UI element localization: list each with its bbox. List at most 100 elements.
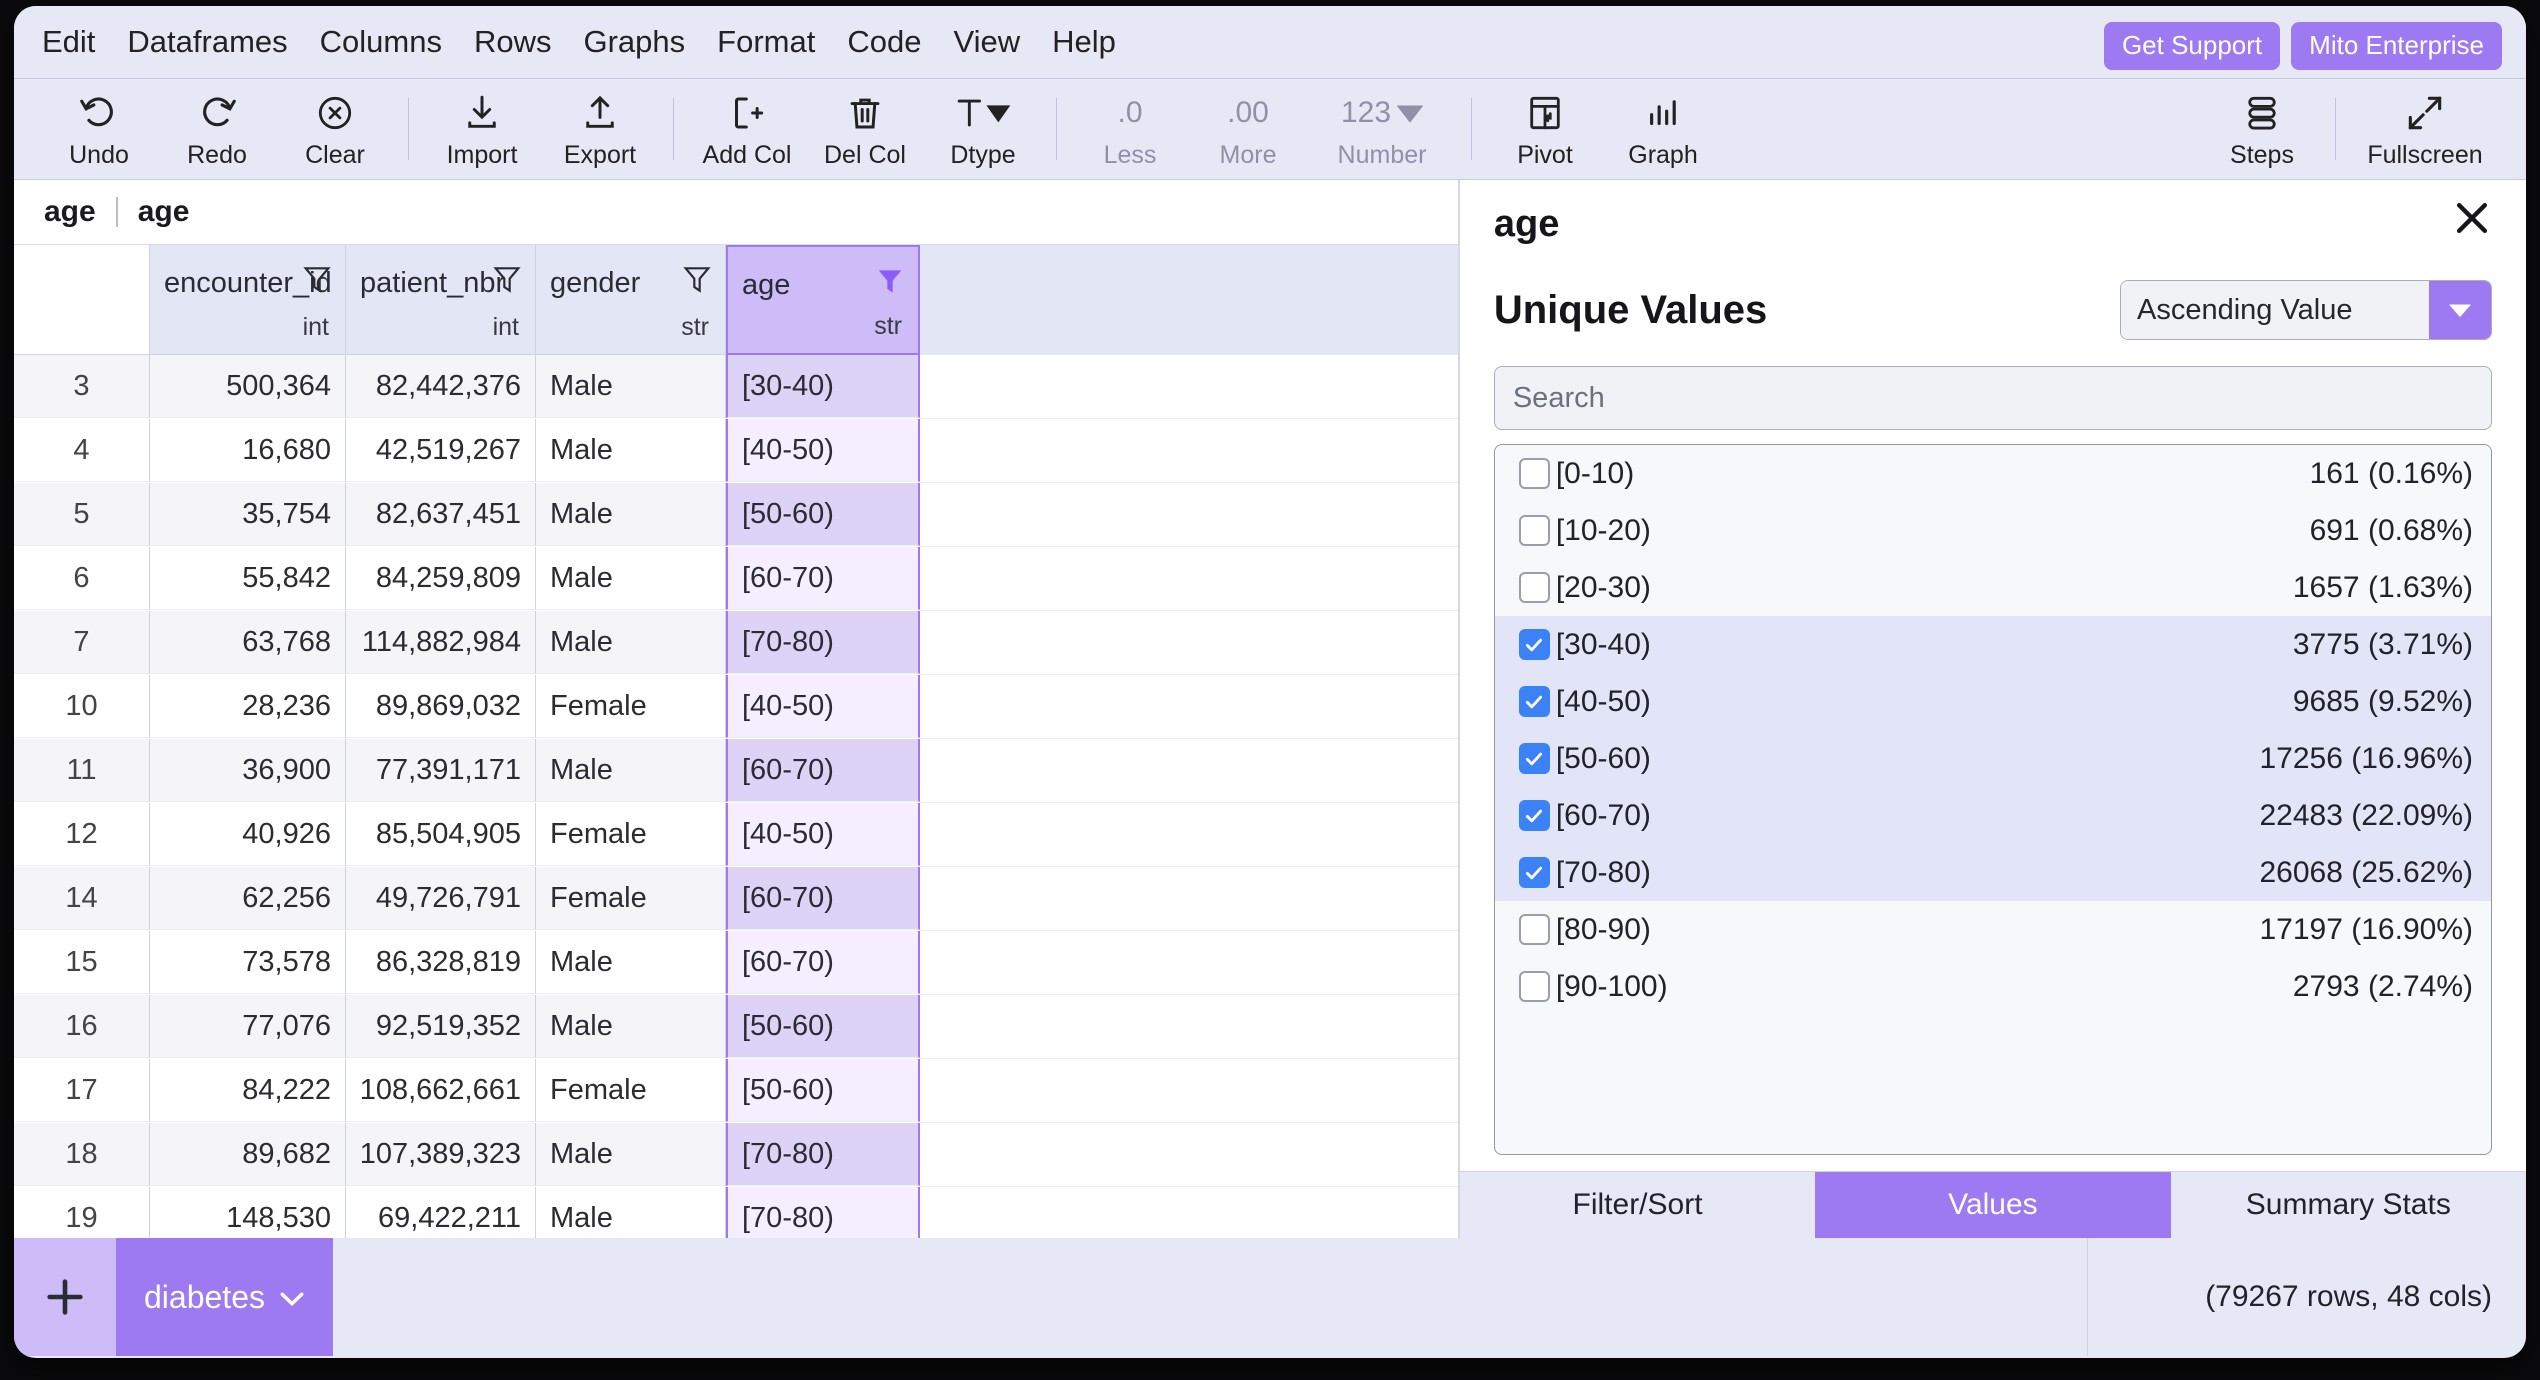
toolbar-export-button[interactable]: Export [541,89,659,170]
cell-age[interactable]: [60-70) [726,547,920,610]
cell-age[interactable]: [70-80) [726,1187,920,1238]
toolbar-undo-button[interactable]: Undo [40,89,158,170]
toolbar-graph-button[interactable]: Graph [1604,89,1722,170]
checkbox-unchecked-icon[interactable] [1518,914,1550,945]
cell-encounter_id[interactable]: 148,530 [150,1187,346,1238]
cell-encounter_id[interactable]: 62,256 [150,867,346,930]
filter-icon[interactable] [303,265,331,303]
checkbox-checked-icon[interactable] [1518,743,1550,774]
chevron-down-icon[interactable] [2429,281,2491,339]
cell-encounter_id[interactable]: 40,926 [150,803,346,866]
row-index-cell[interactable]: 3 [14,355,150,418]
row-index-cell[interactable]: 11 [14,739,150,802]
filter-icon-active[interactable] [876,267,904,305]
toolbar-redo-button[interactable]: Redo [158,89,276,170]
row-index-cell[interactable]: 4 [14,419,150,482]
cell-age[interactable]: [70-80) [726,611,920,674]
menu-item-dataframes[interactable]: Dataframes [125,22,289,62]
cell-gender[interactable]: Male [536,419,726,482]
cell-age[interactable]: [60-70) [726,867,920,930]
breadcrumb-dataframe[interactable]: age [44,195,96,229]
table-row[interactable]: 14 62,256 49,726,791 Female [60-70) [14,867,1458,931]
checkbox-unchecked-icon[interactable] [1518,515,1550,546]
add-dataframe-button[interactable] [14,1238,116,1356]
cell-encounter_id[interactable]: 35,754 [150,483,346,546]
grid-body[interactable]: 3 500,364 82,442,376 Male [30-40) 4 16,680 42,5… [14,355,1458,1238]
data-grid[interactable]: encounter_id int patient_nbr int gender … [14,245,1458,1238]
unique-value-row[interactable]: [80-90) 17197 (16.90%) [1495,901,2491,958]
cell-patient_nbr[interactable]: 49,726,791 [346,867,536,930]
checkbox-unchecked-icon[interactable] [1518,971,1550,1002]
cell-age[interactable]: [60-70) [726,739,920,802]
table-row[interactable]: 15 73,578 86,328,819 Male [60-70) [14,931,1458,995]
column-header-gender[interactable]: gender str [536,245,726,355]
row-index-cell[interactable]: 10 [14,675,150,738]
unique-value-row[interactable]: [40-50) 9685 (9.52%) [1494,673,2491,730]
table-row[interactable]: 17 84,222 108,662,661 Female [50-60) [14,1059,1458,1123]
cell-gender[interactable]: Male [536,483,726,546]
toolbar-import-button[interactable]: Import [423,89,541,170]
cell-encounter_id[interactable]: 77,076 [150,995,346,1058]
checkbox-checked-icon[interactable] [1518,629,1550,660]
toolbar-number-format-button[interactable]: 123 Number [1307,89,1457,170]
cell-patient_nbr[interactable]: 92,519,352 [346,995,536,1058]
cell-patient_nbr[interactable]: 86,328,819 [346,931,536,994]
close-icon[interactable] [2450,196,2494,245]
cell-encounter_id[interactable]: 55,842 [150,547,346,610]
cell-gender[interactable]: Male [536,355,726,418]
menu-item-graphs[interactable]: Graphs [582,22,688,62]
cell-age[interactable]: [60-70) [726,931,920,994]
cell-encounter_id[interactable]: 500,364 [150,355,346,418]
row-index-cell[interactable]: 19 [14,1187,150,1238]
row-index-cell[interactable]: 15 [14,931,150,994]
sort-order-select[interactable]: Ascending Value [2120,280,2492,340]
cell-patient_nbr[interactable]: 85,504,905 [346,803,536,866]
get-support-button[interactable]: Get Support [2103,22,2281,70]
unique-value-row[interactable]: [50-60) 17256 (16.96%) [1494,730,2491,787]
menu-item-code[interactable]: Code [845,22,923,62]
cell-gender[interactable]: Male [536,547,726,610]
cell-encounter_id[interactable]: 16,680 [150,419,346,482]
menu-item-help[interactable]: Help [1050,22,1118,62]
unique-value-row[interactable]: [70-80) 26068 (25.62%) [1494,844,2491,901]
unique-value-row[interactable]: [30-40) 3775 (3.71%) [1494,616,2491,673]
menu-item-rows[interactable]: Rows [472,22,554,62]
toolbar-more-decimals-button[interactable]: .00 More [1189,89,1307,170]
checkbox-checked-icon[interactable] [1518,800,1550,831]
row-index-cell[interactable]: 12 [14,803,150,866]
filter-icon[interactable] [493,265,521,303]
table-row[interactable]: 12 40,926 85,504,905 Female [40-50) [14,803,1458,867]
column-header-encounter_id[interactable]: encounter_id int [150,245,346,355]
breadcrumb-column[interactable]: age [138,195,190,229]
toolbar-del-col-button[interactable]: Del Col [806,89,924,170]
cell-gender[interactable]: Male [536,1187,726,1238]
cell-gender[interactable]: Male [536,611,726,674]
cell-patient_nbr[interactable]: 114,882,984 [346,611,536,674]
cell-encounter_id[interactable]: 84,222 [150,1059,346,1122]
table-row[interactable]: 10 28,236 89,869,032 Female [40-50) [14,675,1458,739]
cell-age[interactable]: [30-40) [726,355,920,418]
tab-values[interactable]: Values [1815,1172,2171,1238]
table-row[interactable]: 18 89,682 107,389,323 Male [70-80) [14,1123,1458,1187]
row-index-cell[interactable]: 18 [14,1123,150,1186]
column-header-age[interactable]: age str [726,245,920,355]
checkbox-unchecked-icon[interactable] [1518,572,1550,603]
cell-encounter_id[interactable]: 28,236 [150,675,346,738]
tab-summary-stats[interactable]: Summary Stats [2170,1172,2526,1238]
search-input[interactable]: Search [1493,366,2492,430]
cell-gender[interactable]: Female [536,803,726,866]
cell-patient_nbr[interactable]: 89,869,032 [346,675,536,738]
cell-age[interactable]: [40-50) [726,675,920,738]
column-header-patient_nbr[interactable]: patient_nbr int [346,245,536,355]
unique-value-row[interactable]: [0-10) 161 (0.16%) [1495,445,2491,502]
cell-patient_nbr[interactable]: 84,259,809 [346,547,536,610]
row-index-cell[interactable]: 16 [14,995,150,1058]
cell-gender[interactable]: Male [536,739,726,802]
cell-encounter_id[interactable]: 89,682 [150,1123,346,1186]
cell-encounter_id[interactable]: 36,900 [150,739,346,802]
menu-item-view[interactable]: View [951,22,1022,62]
toolbar-add-col-button[interactable]: Add Col [688,89,806,170]
cell-gender[interactable]: Male [536,1123,726,1186]
cell-gender[interactable]: Female [536,867,726,930]
cell-patient_nbr[interactable]: 42,519,267 [346,419,536,482]
